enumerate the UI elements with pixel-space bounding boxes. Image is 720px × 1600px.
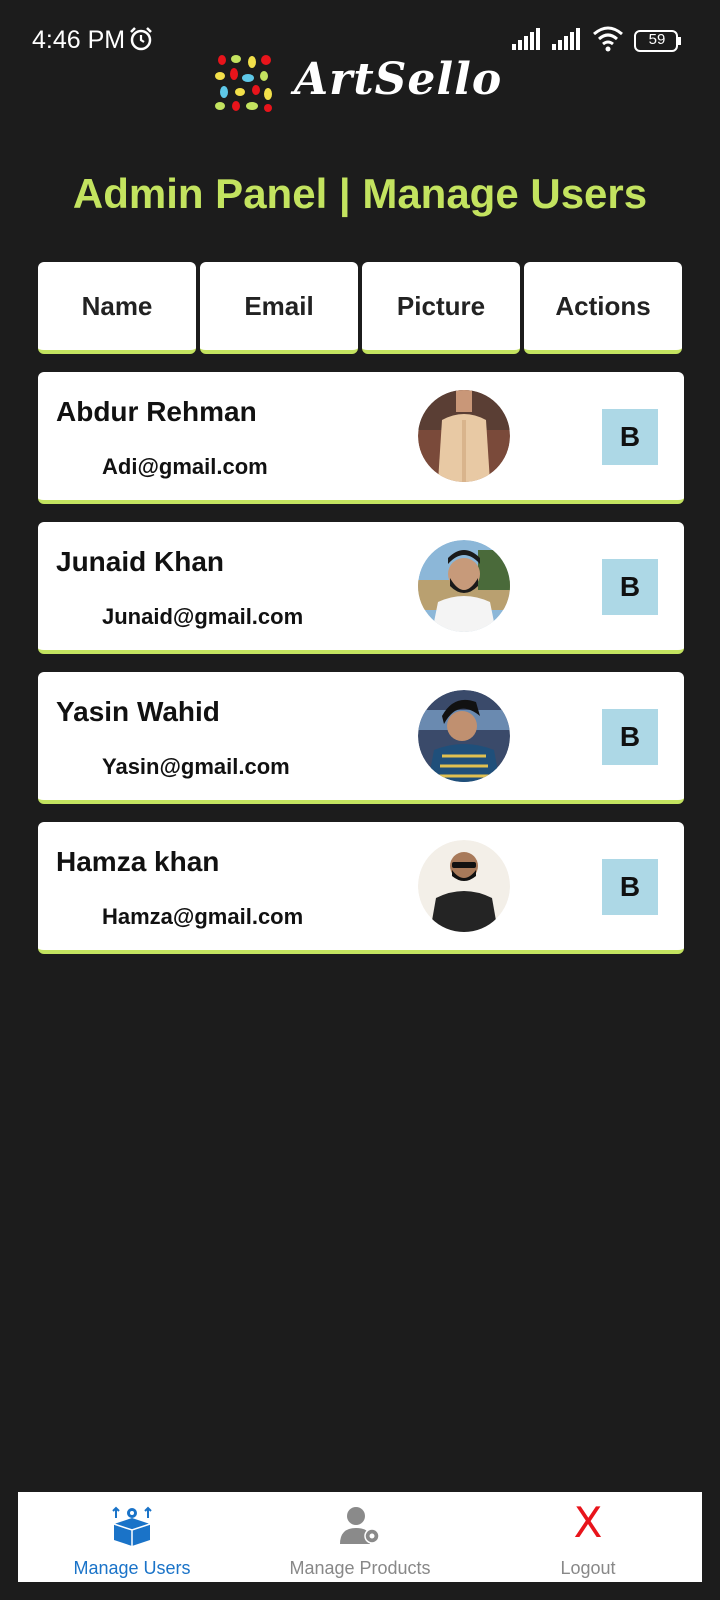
nav-logout-label: Logout <box>560 1558 616 1578</box>
user-avatar <box>418 540 510 632</box>
user-row: Hamza khan Hamza@gmail.com B <box>38 822 684 954</box>
nav-manage-products[interactable]: Manage Products <box>246 1492 474 1582</box>
nav-manage-products-label: Manage Products <box>289 1558 431 1578</box>
block-user-button[interactable]: B <box>602 559 658 615</box>
battery-level: 59 <box>648 31 666 48</box>
user-email: Adi@gmail.com <box>102 454 268 479</box>
table-header: Name Email Picture Actions <box>38 262 684 354</box>
wifi-icon <box>593 26 623 52</box>
user-avatar <box>418 390 510 482</box>
alarm-icon <box>130 27 152 51</box>
header-name: Name <box>38 262 196 354</box>
user-name: Junaid Khan <box>56 546 225 577</box>
logo-mark-icon <box>214 54 274 112</box>
header-picture: Picture <box>362 262 520 354</box>
user-name: Hamza khan <box>56 846 220 877</box>
nav-manage-users-label: Manage Users <box>73 1558 191 1578</box>
signal-icon <box>512 28 540 50</box>
block-user-button[interactable]: B <box>602 709 658 765</box>
app-logo: ArtSello <box>214 52 504 116</box>
user-row: Junaid Khan Junaid@gmail.com B <box>38 522 684 654</box>
logout-x-icon: X <box>573 1498 603 1547</box>
nav-logout[interactable]: X Logout <box>474 1492 702 1582</box>
nav-manage-users[interactable]: Manage Users <box>18 1492 246 1582</box>
user-email: Hamza@gmail.com <box>102 904 304 929</box>
user-gear-icon <box>340 1507 380 1544</box>
user-row: Yasin Wahid Yasin@gmail.com B <box>38 672 684 804</box>
app-logo-text: ArtSello <box>294 54 503 105</box>
block-user-button[interactable]: B <box>602 859 658 915</box>
user-row: Abdur Rehman Adi@gmail.com B <box>38 372 684 504</box>
box-gear-icon <box>112 1506 152 1546</box>
user-avatar <box>418 840 510 932</box>
page-title: Admin Panel | Manage Users <box>72 170 648 217</box>
header-email: Email <box>200 262 358 354</box>
user-email: Junaid@gmail.com <box>102 604 304 629</box>
user-name: Abdur Rehman <box>56 396 257 427</box>
status-time: 4:46 PM <box>32 26 126 54</box>
signal-icon <box>552 28 580 50</box>
bottom-nav: Manage Users Manage Products X Logout <box>18 1492 702 1582</box>
block-user-button[interactable]: B <box>602 409 658 465</box>
user-avatar <box>418 690 510 782</box>
user-email: Yasin@gmail.com <box>102 754 290 779</box>
user-name: Yasin Wahid <box>56 696 220 727</box>
header-actions: Actions <box>524 262 682 354</box>
